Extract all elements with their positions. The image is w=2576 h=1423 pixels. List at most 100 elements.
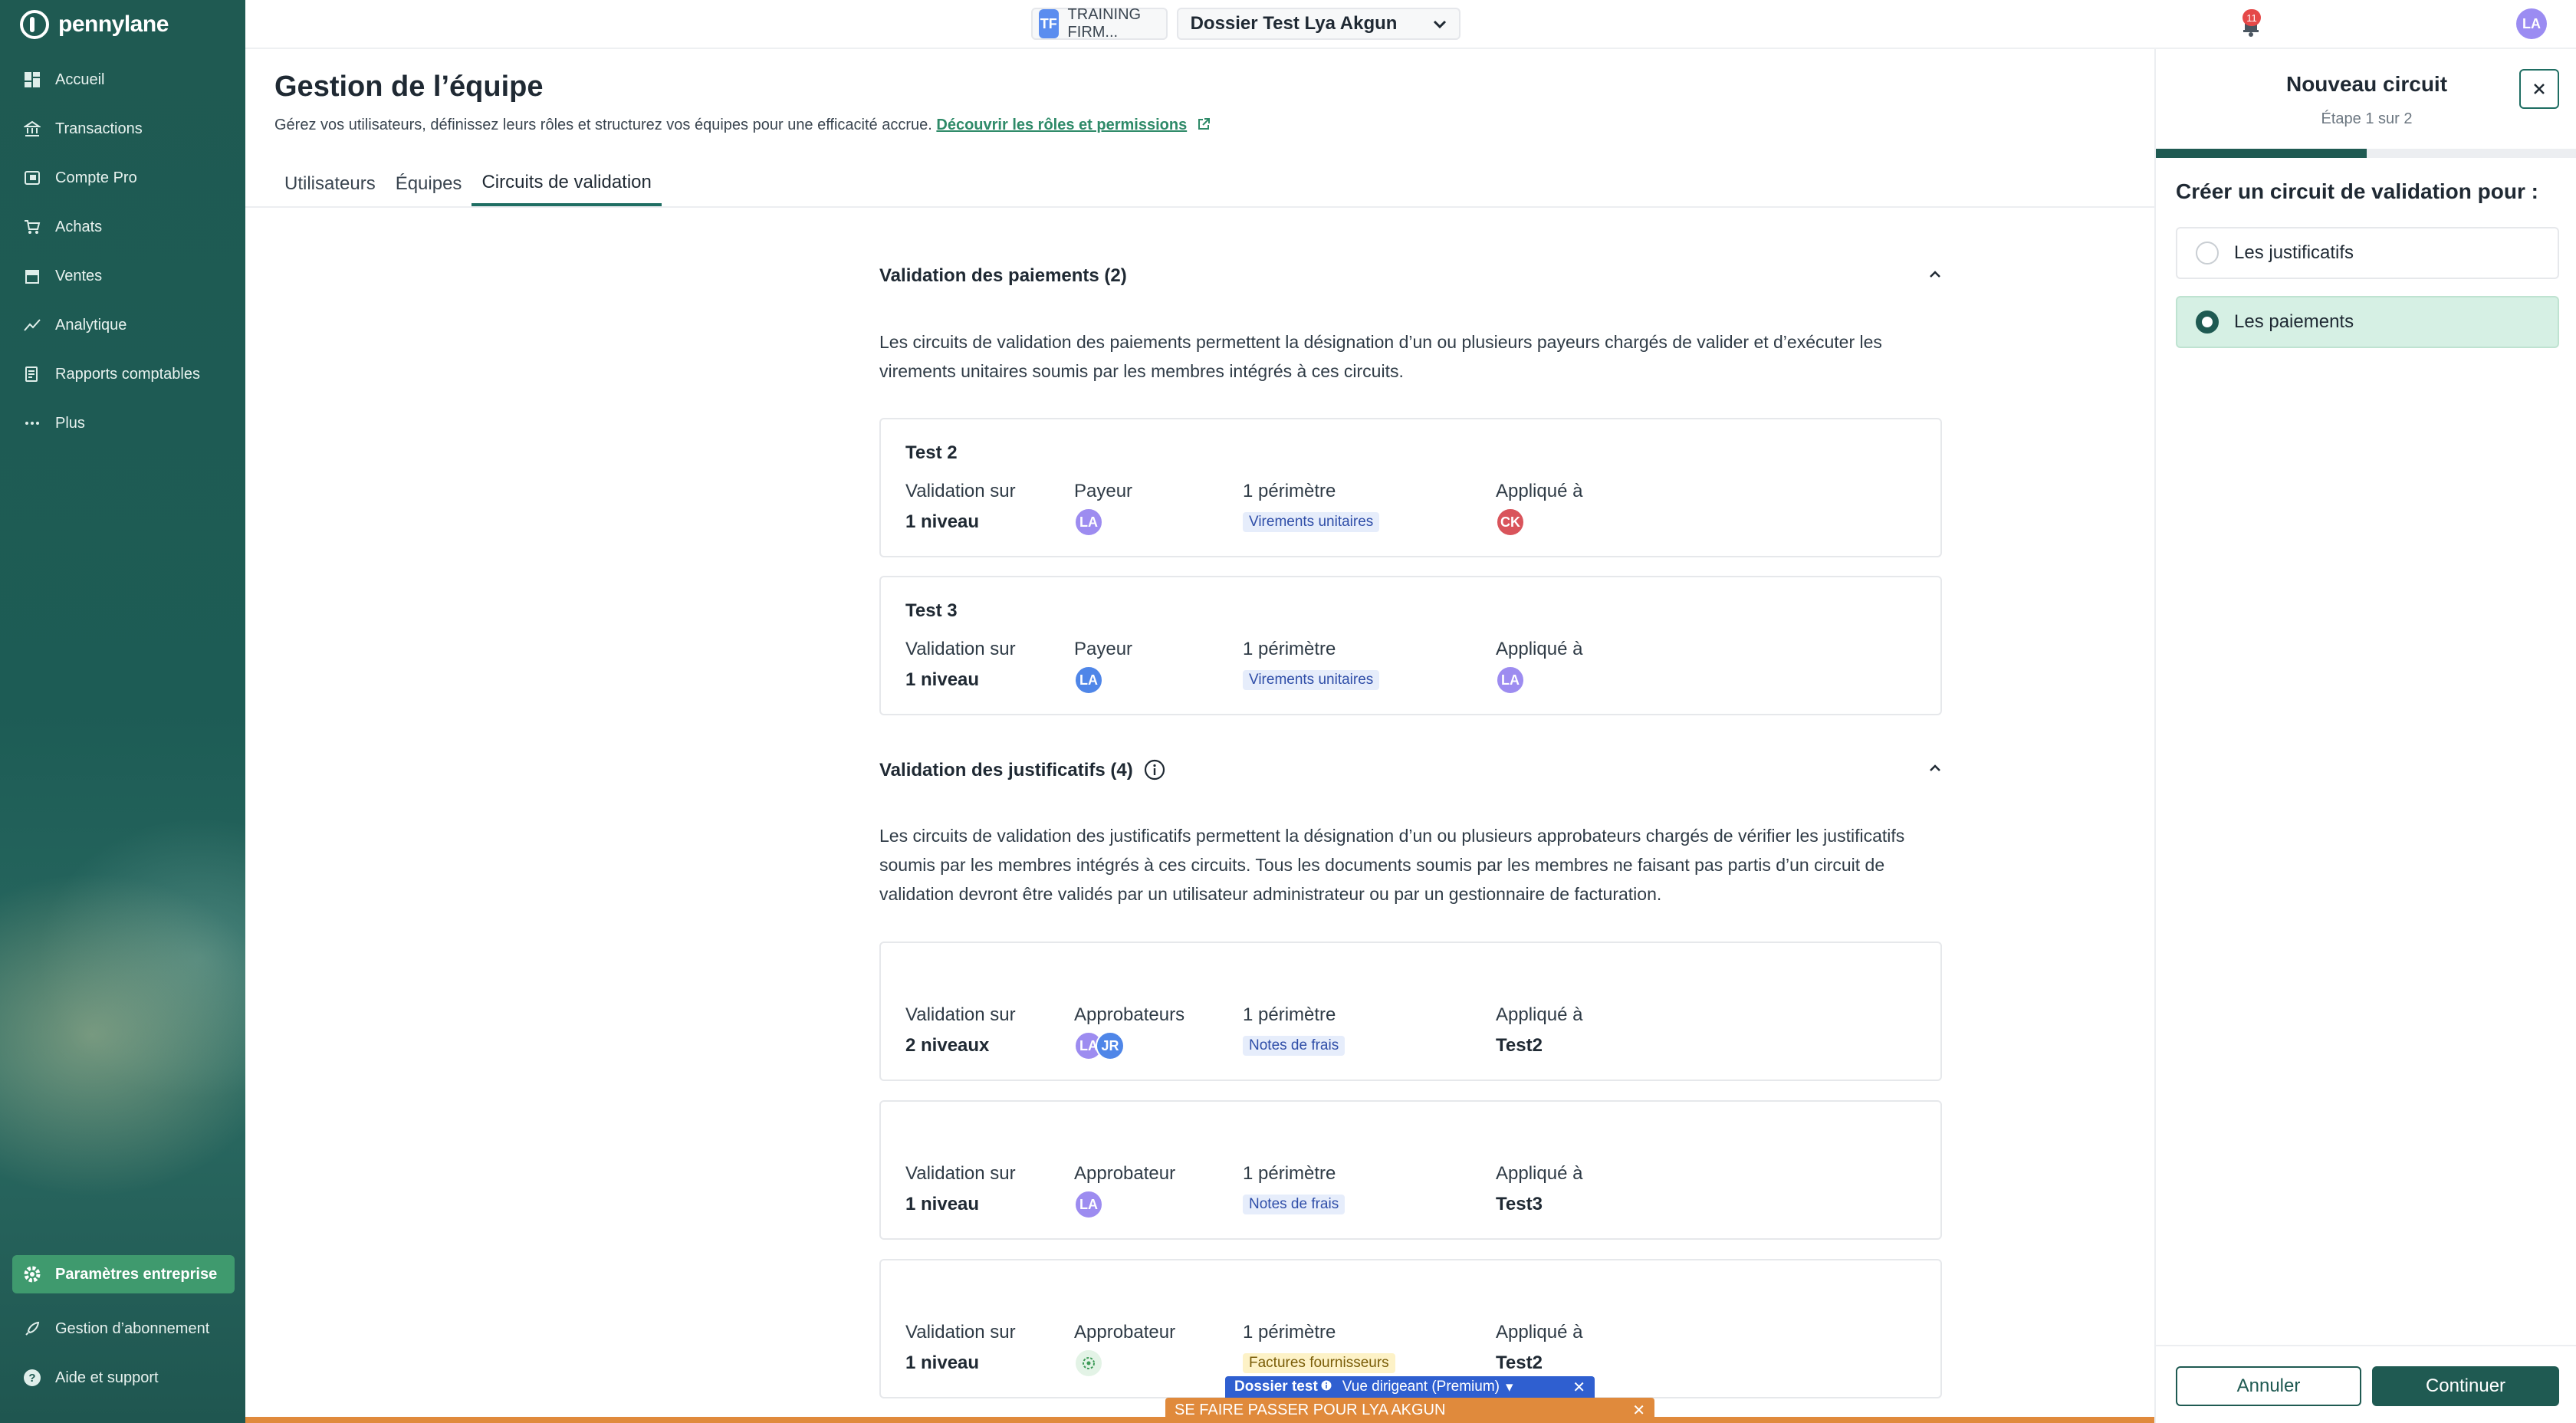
dossier-mode-banner[interactable]: Dossier test Vue dirigeant (Premium) ▾ ✕ bbox=[1225, 1376, 1595, 1398]
svg-text:?: ? bbox=[28, 1372, 35, 1385]
caret-down-icon[interactable]: ▾ bbox=[1506, 1379, 1513, 1396]
sidebar-item-ventes[interactable]: Ventes bbox=[0, 251, 245, 301]
tabs: Utilisateurs Équipes Circuits de validat… bbox=[274, 161, 662, 207]
close-icon[interactable]: ✕ bbox=[1632, 1401, 1645, 1420]
levels-column: Validation sur 1 niveau bbox=[905, 639, 1016, 695]
radio-unchecked[interactable] bbox=[2196, 242, 2219, 265]
user-avatar[interactable]: LA bbox=[2516, 8, 2547, 39]
sidebar-item-label: Ventes bbox=[55, 267, 103, 284]
payments-section-header[interactable]: Validation des paiements (2) bbox=[879, 261, 1942, 291]
sidebar-item-gestion-abonnement[interactable]: Gestion d’abonnement bbox=[0, 1304, 245, 1353]
circuit-title: Test 2 bbox=[905, 442, 958, 463]
pennylane-logo-icon bbox=[20, 10, 49, 39]
option-label: Les justificatifs bbox=[2234, 242, 2354, 263]
chart-line-icon bbox=[23, 316, 41, 334]
topbar: TF TRAINING FIRM... Dossier Test Lya Akg… bbox=[245, 0, 2576, 49]
cancel-button[interactable]: Annuler bbox=[2176, 1366, 2361, 1406]
sidebar-item-achats[interactable]: Achats bbox=[0, 202, 245, 251]
payments-section-title: Validation des paiements (2) bbox=[879, 265, 1127, 286]
close-panel-button[interactable] bbox=[2519, 69, 2559, 109]
applied-column: Appliqué à Test2 bbox=[1496, 1322, 1582, 1379]
shop-icon bbox=[23, 267, 41, 285]
rocket-icon bbox=[23, 1319, 41, 1338]
continue-button[interactable]: Continuer bbox=[2372, 1366, 2559, 1406]
dossier-select[interactable]: Dossier Test Lya Akgun bbox=[1176, 8, 1460, 40]
dossier-name: Dossier Test Lya Akgun bbox=[1190, 13, 1398, 34]
external-link-icon[interactable] bbox=[1191, 117, 1211, 133]
avatar: CK bbox=[1496, 508, 1525, 537]
role-label: Approbateur bbox=[1074, 1163, 1176, 1184]
sidebar-item-compte-pro[interactable]: Compte Pro bbox=[0, 153, 245, 202]
document-circuit-card[interactable]: Validation sur 1 niveau Approbateur LA 1… bbox=[879, 1100, 1942, 1240]
logo-text: pennylane bbox=[58, 12, 169, 37]
document-circuit-card[interactable]: Validation sur 2 niveaux Approbateurs LA… bbox=[879, 942, 1942, 1081]
avatar: LA bbox=[1074, 508, 1103, 537]
panel-question: Créer un circuit de validation pour : bbox=[2176, 179, 2538, 203]
impersonate-text: SE FAIRE PASSER POUR LYA AKGUN bbox=[1175, 1402, 1446, 1418]
option-label: Les paiements bbox=[2234, 311, 2354, 332]
option-paiements[interactable]: Les paiements bbox=[2176, 296, 2559, 348]
chevron-up-icon[interactable] bbox=[1928, 265, 1942, 287]
report-icon bbox=[23, 365, 41, 383]
bell-icon bbox=[2237, 17, 2265, 41]
radio-checked[interactable] bbox=[2196, 311, 2219, 334]
gear-icon bbox=[23, 1265, 41, 1283]
scope-column: 1 périmètre Notes de frais bbox=[1243, 1004, 1346, 1061]
levels-value: 1 niveau bbox=[905, 1352, 980, 1373]
applied-label: Appliqué à bbox=[1496, 1163, 1583, 1184]
panel-title: Nouveau circuit bbox=[2285, 72, 2448, 96]
sidebar-item-label: Compte Pro bbox=[55, 169, 137, 186]
sidebar-item-analytique[interactable]: Analytique bbox=[0, 301, 245, 350]
scope-column: 1 périmètre Virements unitaires bbox=[1243, 481, 1380, 537]
info-icon bbox=[1321, 1379, 1332, 1395]
levels-column: Validation sur 2 niveaux bbox=[905, 1004, 1016, 1061]
sidebar-item-parametres-entreprise[interactable]: Paramètres entreprise bbox=[12, 1255, 235, 1293]
pennylane-logo[interactable]: pennylane bbox=[20, 9, 169, 40]
tab-utilisateurs[interactable]: Utilisateurs bbox=[274, 161, 386, 207]
applied-column: Appliqué à Test2 bbox=[1496, 1004, 1582, 1061]
scope-label: 1 périmètre bbox=[1243, 481, 1336, 501]
tab-circuits-de-validation[interactable]: Circuits de validation bbox=[472, 161, 662, 207]
applied-value: Test2 bbox=[1496, 1035, 1543, 1056]
page-title: Gestion de l’équipe bbox=[274, 71, 544, 103]
sidebar-item-rapports-comptables[interactable]: Rapports comptables bbox=[0, 350, 245, 399]
firm-button[interactable]: TF TRAINING FIRM... bbox=[1031, 6, 1168, 41]
sidebar-item-plus[interactable]: Plus bbox=[0, 399, 245, 448]
info-icon[interactable] bbox=[1138, 759, 1165, 781]
roles-permissions-link[interactable]: Découvrir les rôles et permissions bbox=[936, 117, 1187, 133]
close-icon[interactable]: ✕ bbox=[1572, 1378, 1585, 1397]
sidebar-item-transactions[interactable]: Transactions bbox=[0, 104, 245, 153]
sidebar-item-label: Aide et support bbox=[55, 1369, 159, 1386]
role-column: Approbateur LA bbox=[1074, 1163, 1175, 1220]
documents-section-header[interactable]: Validation des justificatifs (4) bbox=[879, 754, 1942, 785]
tab-equipes[interactable]: Équipes bbox=[386, 161, 472, 207]
bank-icon bbox=[23, 120, 41, 138]
levels-column: Validation sur 1 niveau bbox=[905, 1163, 1016, 1220]
wallet-icon bbox=[23, 169, 41, 187]
chevron-up-icon[interactable] bbox=[1928, 759, 1942, 781]
scope-tag: Notes de frais bbox=[1243, 1195, 1346, 1214]
role-column: Payeur LA bbox=[1074, 639, 1132, 695]
role-label: Approbateurs bbox=[1074, 1004, 1185, 1025]
view-mode-label[interactable]: Vue dirigeant (Premium) bbox=[1342, 1379, 1500, 1395]
levels-value: 1 niveau bbox=[905, 1194, 980, 1214]
step-progress-fill bbox=[2156, 149, 2367, 158]
page-subtitle-text: Gérez vos utilisateurs, définissez leurs… bbox=[274, 117, 932, 133]
sidebar-item-label: Gestion d’abonnement bbox=[55, 1319, 210, 1337]
role-column: Approbateur bbox=[1074, 1322, 1175, 1379]
impersonate-banner[interactable]: SE FAIRE PASSER POUR LYA AKGUN ✕ bbox=[1165, 1398, 1654, 1423]
payment-circuit-card[interactable]: Test 2 Validation sur 1 niveau Payeur LA… bbox=[879, 418, 1942, 557]
dashboard-icon bbox=[23, 71, 41, 89]
levels-column: Validation sur 1 niveau bbox=[905, 481, 1016, 537]
sidebar-item-aide-support[interactable]: ? Aide et support bbox=[0, 1353, 245, 1402]
sidebar-item-accueil[interactable]: Accueil bbox=[0, 55, 245, 104]
avatar: LA bbox=[1074, 665, 1103, 695]
scope-tag: Virements unitaires bbox=[1243, 512, 1380, 532]
notification-count-badge: 11 bbox=[2242, 9, 2261, 26]
team-avatar-icon bbox=[1074, 1349, 1103, 1378]
option-justificatifs[interactable]: Les justificatifs bbox=[2176, 227, 2559, 279]
applied-label: Appliqué à bbox=[1496, 1004, 1583, 1025]
main-nav: Accueil Transactions Compte Pro Achats V… bbox=[0, 55, 245, 448]
payment-circuit-card[interactable]: Test 3 Validation sur 1 niveau Payeur LA… bbox=[879, 576, 1942, 715]
role-label: Approbateur bbox=[1074, 1322, 1176, 1342]
